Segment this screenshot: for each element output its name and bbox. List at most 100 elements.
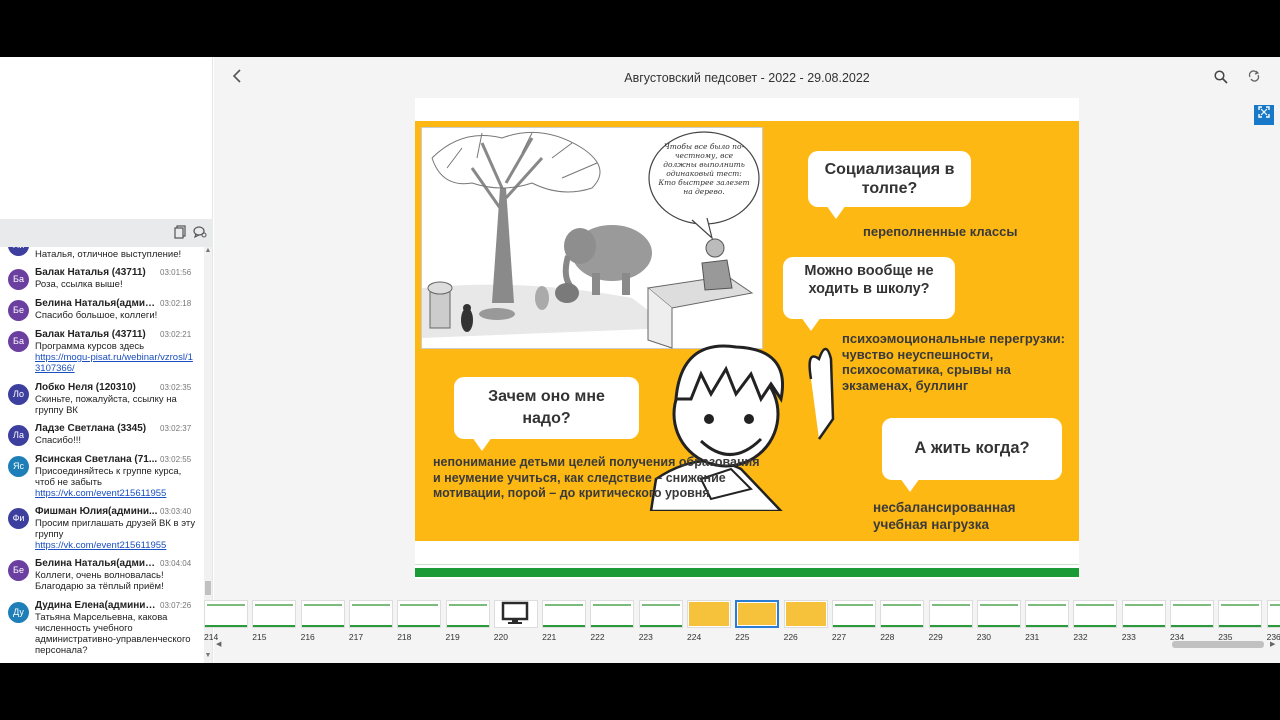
slide-thumbnail[interactable] <box>1025 600 1070 628</box>
avatar: Ла <box>8 425 29 446</box>
current-slide: Чтобы все было по-честному, все должны в… <box>415 98 1079 579</box>
message-time: 03:01:56 <box>160 268 192 277</box>
chat-panel: Ни Наталья, отличное выступление! Ба Бал… <box>0 57 213 663</box>
thumbnail-preview <box>1269 604 1280 606</box>
slide-thumbnail[interactable] <box>638 600 683 628</box>
message-link[interactable]: https://mogu-pisat.ru/webinar/vzrosl/131… <box>35 352 195 374</box>
slide-thumbnail[interactable] <box>300 600 345 628</box>
slide-thumbnail[interactable] <box>204 600 248 628</box>
thumbnail-footer <box>446 625 489 627</box>
question-bubble-4: А жить когда? <box>882 418 1062 492</box>
slide-thumbnail[interactable] <box>1073 600 1118 628</box>
sender-name: Дудина Елена(админис... <box>35 600 159 611</box>
avatar: Ба <box>8 269 29 290</box>
thumbnail-footer <box>977 625 1020 627</box>
thumbnail-footer <box>301 625 344 627</box>
filmstrip-scrollbar[interactable] <box>214 641 1280 649</box>
thumbnail-footer <box>543 625 586 627</box>
chat-scrollbar-thumb[interactable] <box>205 581 211 595</box>
message-text: Татьяна Марсельевна, какова численность … <box>35 612 191 656</box>
scroll-left-icon[interactable]: ◀ <box>216 640 221 648</box>
thumbnail-preview <box>400 604 439 606</box>
message-text: Коллеги, очень волновалась! Благодарю за… <box>35 570 164 592</box>
thumbnail-preview <box>448 604 487 606</box>
slide-thumbnail[interactable] <box>831 600 876 628</box>
scroll-down-icon[interactable]: ▼ <box>204 652 212 662</box>
slide-thumbnail[interactable] <box>252 600 297 628</box>
thumbnail-footer <box>639 625 682 627</box>
slide-thumbnail[interactable] <box>348 600 393 628</box>
sender-name: Балак Наталья (43711) <box>35 329 146 340</box>
slide-thumbnail[interactable] <box>687 600 731 628</box>
thumbnail-preview <box>1221 604 1260 606</box>
thumbnail-footer <box>1026 625 1069 627</box>
scroll-right-icon[interactable]: ▶ <box>1270 640 1275 648</box>
thumbnail-footer <box>881 625 924 627</box>
copy-icon[interactable] <box>172 225 188 241</box>
avatar: Ду <box>8 602 29 623</box>
message-link[interactable]: https://vk.com/event215611955 <box>35 488 200 499</box>
thumbnail-footer <box>929 625 972 627</box>
thumbnail-footer <box>253 625 296 627</box>
question-bubble-2: Можно вообще не ходить в школу? <box>783 257 955 331</box>
message-text: Спасибо большое, коллеги! <box>35 310 158 321</box>
thumbnail-footer <box>591 625 634 627</box>
chat-toolbar <box>0 219 213 247</box>
slide-thumbnail[interactable] <box>928 600 973 628</box>
answer-text-4: несбалансированная учебная нагрузка <box>873 500 1016 532</box>
filmstrip-scrollbar-thumb[interactable] <box>1172 641 1264 648</box>
slide-filmstrip[interactable]: 214 215 216 217 218 219 220 221 222 223 224 225 226 2… <box>204 597 1280 663</box>
slide-thumbnail[interactable] <box>1218 600 1263 628</box>
slide-thumbnail[interactable] <box>880 600 925 628</box>
slide-thumbnail[interactable] <box>397 600 442 628</box>
thumbnail-footer <box>1267 625 1280 627</box>
question-text: Зачем оно мне надо? <box>488 388 605 427</box>
sender-name: Балак Наталья (43711) <box>35 267 146 278</box>
chat-message-list[interactable]: Ни Наталья, отличное выступление! Ба Бал… <box>0 247 203 663</box>
chat-icon[interactable] <box>192 225 208 241</box>
slide-thumbnail[interactable] <box>1266 600 1280 628</box>
message-time: 03:04:04 <box>160 559 192 568</box>
question-bubble-1: Социализация в толпе? <box>808 151 971 219</box>
bottom-letterbox <box>0 663 1280 720</box>
question-bubble-3: Зачем оно мне надо? <box>454 377 639 451</box>
avatar: Яс <box>8 456 29 477</box>
expand-icon[interactable] <box>1254 105 1274 125</box>
thumbnail-footer <box>832 625 875 627</box>
scroll-up-icon[interactable]: ▲ <box>204 247 212 257</box>
thumbnail-preview <box>303 604 342 606</box>
search-icon[interactable] <box>1214 70 1228 84</box>
avatar: Ни <box>8 247 29 256</box>
sender-name: Белина Наталья(админ... <box>35 298 159 309</box>
slide-thumbnail[interactable] <box>445 600 490 628</box>
thumbnail-preview <box>931 604 970 606</box>
slide-background: Чтобы все было по-честному, все должны в… <box>415 121 1079 541</box>
sender-name: Ладзе Светлана (3345) <box>35 423 147 434</box>
message-time: 03:02:55 <box>160 455 192 464</box>
thumbnail-footer <box>1074 625 1117 627</box>
webinar-app: Ни Наталья, отличное выступление! Ба Бал… <box>0 57 1280 663</box>
slide-thumbnail[interactable] <box>976 600 1021 628</box>
thumbnail-footer <box>1122 625 1165 627</box>
slide-thumbnail[interactable] <box>783 600 828 628</box>
thumbnail-preview <box>641 604 680 606</box>
thumbnail-preview <box>207 604 245 606</box>
screen-share-icon <box>501 601 529 624</box>
presentation-title: Августовский педсовет - 2022 - 29.08.202… <box>624 71 870 85</box>
question-text: Социализация в толпе? <box>824 161 955 197</box>
slide-thumbnail[interactable] <box>542 600 587 628</box>
thumbnail-preview <box>545 604 584 606</box>
thumbnail-preview <box>1173 604 1211 606</box>
slide-thumbnail[interactable] <box>735 600 780 628</box>
message-text: Просим приглашать друзей ВК в эту группу <box>35 518 196 540</box>
avatar: Фи <box>8 508 29 529</box>
slide-thumbnail[interactable] <box>1170 600 1214 628</box>
thumbnail-footer <box>205 625 247 627</box>
message-link[interactable]: https://vk.com/event215611955 <box>35 540 200 551</box>
slide-thumbnail[interactable] <box>1121 600 1166 628</box>
top-letterbox <box>0 0 1280 57</box>
slide-thumbnail[interactable] <box>590 600 635 628</box>
refresh-icon[interactable] <box>1247 69 1261 83</box>
avatar: Бе <box>8 300 29 321</box>
slide-thumbnail[interactable] <box>493 600 538 628</box>
